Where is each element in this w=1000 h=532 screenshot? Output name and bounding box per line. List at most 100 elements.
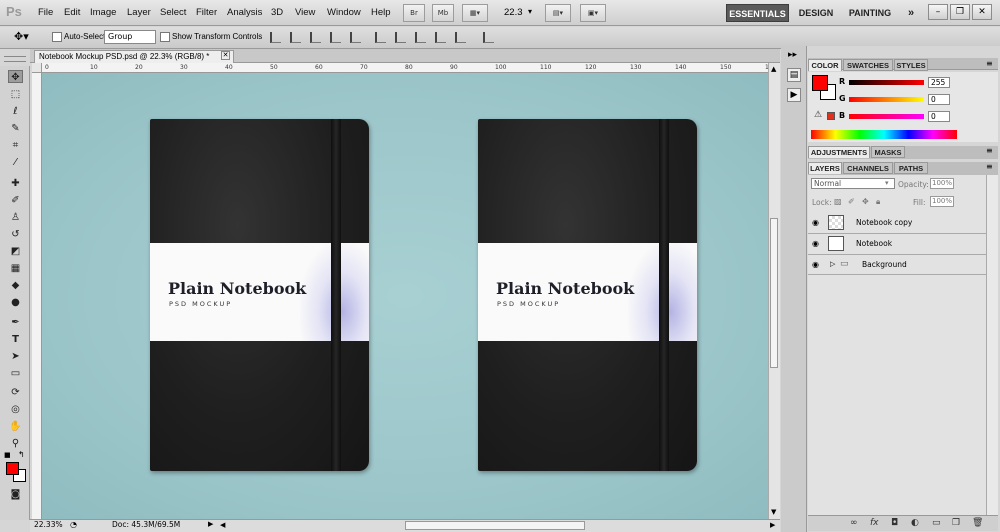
distribute-top-icon[interactable] — [375, 32, 386, 43]
tab-color[interactable]: COLOR — [808, 59, 842, 71]
gamut-warning-icon[interactable]: ⚠ — [814, 110, 822, 120]
new-layer-icon[interactable]: ❐ — [952, 518, 960, 528]
menu-edit[interactable]: Edit — [64, 7, 80, 18]
move-tool-preset-icon[interactable]: ✥▾ — [14, 30, 29, 43]
adjustment-layer-icon[interactable]: ◐ — [911, 518, 919, 528]
align-top-icon[interactable] — [270, 32, 281, 43]
green-slider[interactable] — [849, 97, 924, 102]
blue-value-input[interactable]: 0 — [928, 111, 950, 122]
type-tool-icon[interactable]: T — [8, 333, 23, 346]
link-layers-icon[interactable]: ∞ — [850, 518, 858, 528]
distribute-vcenter-icon[interactable] — [395, 32, 406, 43]
swap-colors-icon[interactable]: ↰ — [18, 450, 25, 459]
workspace-painting[interactable]: PAINTING — [843, 4, 897, 22]
view-extras-icon[interactable]: ▦▾ — [462, 4, 488, 22]
quick-select-tool-icon[interactable]: ✎ — [8, 122, 23, 135]
visibility-eye-icon[interactable]: ◉ — [812, 218, 819, 227]
lock-pixels-icon[interactable]: ✐ — [848, 197, 855, 206]
healing-brush-tool-icon[interactable]: ✚ — [8, 177, 23, 190]
horizontal-scroll-thumb[interactable] — [405, 521, 585, 530]
align-vcenter-icon[interactable] — [290, 32, 301, 43]
document-close-icon[interactable]: ✕ — [221, 51, 230, 60]
eyedropper-tool-icon[interactable]: ⁄ — [8, 156, 23, 169]
auto-align-icon[interactable] — [483, 32, 494, 43]
tab-swatches[interactable]: SWATCHES — [843, 59, 893, 71]
quick-mask-icon[interactable]: ◙ — [8, 488, 23, 501]
menu-select[interactable]: Select — [160, 7, 186, 18]
distribute-left-icon[interactable] — [435, 32, 446, 43]
vertical-ruler[interactable] — [32, 73, 42, 519]
layer-row-background[interactable]: ◉ ▷ ▭ Background — [808, 255, 986, 275]
tab-layers[interactable]: LAYERS — [808, 162, 842, 174]
menu-help[interactable]: Help — [371, 7, 391, 18]
blend-mode-dropdown[interactable]: Normal — [811, 178, 895, 189]
workspace-more-button[interactable]: » — [902, 4, 920, 22]
panel-collapse-icon[interactable]: ▸▸ — [788, 50, 797, 60]
adjustments-panel-menu-icon[interactable]: ≡ — [986, 146, 993, 155]
clone-stamp-tool-icon[interactable]: ♙ — [8, 211, 23, 224]
distribute-right-icon[interactable] — [455, 32, 466, 43]
green-value-input[interactable]: 0 — [928, 94, 950, 105]
mini-bridge-button[interactable]: Mb — [432, 4, 454, 22]
history-brush-tool-icon[interactable]: ↺ — [8, 228, 23, 241]
delete-layer-icon[interactable]: 🗑︎ — [972, 518, 983, 528]
menu-view[interactable]: View — [295, 7, 315, 18]
history-panel-icon[interactable]: ▤ — [787, 68, 801, 82]
color-spectrum-bar[interactable] — [811, 130, 957, 139]
zoom-dropdown-icon[interactable]: ▾ — [528, 7, 532, 16]
transform-controls-checkbox[interactable] — [160, 32, 170, 42]
bridge-button[interactable]: Br — [403, 4, 425, 22]
actions-panel-icon[interactable]: ▶ — [787, 88, 801, 102]
auto-select-dropdown[interactable]: Group — [104, 30, 156, 44]
tab-styles[interactable]: STYLES — [894, 59, 928, 71]
visibility-eye-icon[interactable]: ◉ — [812, 239, 819, 248]
zoom-tool-icon[interactable]: ⚲ — [8, 437, 23, 450]
default-colors-icon[interactable]: ■ — [4, 451, 11, 459]
menu-filter[interactable]: Filter — [196, 7, 217, 18]
add-mask-icon[interactable]: ◘ — [891, 518, 898, 528]
layers-scrollbar[interactable] — [986, 175, 998, 515]
zoom-level[interactable]: 22.3 — [504, 7, 523, 18]
eraser-tool-icon[interactable]: ◩ — [8, 245, 23, 258]
layers-panel-menu-icon[interactable]: ≡ — [986, 162, 993, 171]
gamut-swatch[interactable] — [827, 112, 835, 120]
menu-image[interactable]: Image — [90, 7, 116, 18]
align-bottom-icon[interactable] — [310, 32, 321, 43]
scroll-up-icon[interactable]: ▲ — [771, 65, 776, 73]
menu-layer[interactable]: Layer — [127, 7, 151, 18]
scroll-down-icon[interactable]: ▼ — [771, 508, 776, 516]
red-slider[interactable] — [849, 80, 924, 85]
marquee-tool-icon[interactable]: ⬚ — [8, 88, 23, 101]
opacity-input[interactable]: 100% — [930, 178, 954, 189]
shape-tool-icon[interactable]: ▭ — [8, 367, 23, 380]
lock-position-icon[interactable]: ✥ — [862, 197, 869, 206]
hand-tool-icon[interactable]: ✋ — [8, 420, 23, 433]
layer-row-notebook[interactable]: ◉ Notebook — [808, 234, 986, 255]
foreground-color-swatch[interactable] — [6, 462, 19, 475]
tab-paths[interactable]: PATHS — [894, 162, 928, 174]
color-panel-menu-icon[interactable]: ≡ — [986, 59, 993, 68]
menu-window[interactable]: Window — [327, 7, 361, 18]
workspace-design[interactable]: DESIGN — [793, 4, 839, 22]
vertical-scroll-thumb[interactable] — [770, 218, 778, 368]
tab-masks[interactable]: MASKS — [871, 146, 905, 158]
arrange-documents-icon[interactable]: ▤▾ — [545, 4, 571, 22]
tab-channels[interactable]: CHANNELS — [843, 162, 893, 174]
blur-tool-icon[interactable]: ◆ — [8, 279, 23, 292]
scroll-left-icon[interactable]: ◀ — [220, 521, 225, 529]
pen-tool-icon[interactable]: ✒ — [8, 316, 23, 329]
blue-slider[interactable] — [849, 114, 924, 119]
menu-3d[interactable]: 3D — [271, 7, 283, 18]
workspace-essentials[interactable]: ESSENTIALS — [726, 4, 789, 22]
status-menu-icon[interactable]: ▶ — [208, 520, 213, 528]
auto-select-checkbox[interactable] — [52, 32, 62, 42]
document-canvas[interactable]: Plain Notebook PSD MOCKUP Plain Notebook… — [42, 73, 768, 519]
red-value-input[interactable]: 255 — [928, 77, 950, 88]
restore-icon[interactable]: ❐ — [950, 4, 970, 20]
align-left-icon[interactable] — [330, 32, 341, 43]
lasso-tool-icon[interactable]: ℓ — [8, 105, 23, 118]
visibility-eye-icon[interactable]: ◉ — [812, 260, 819, 269]
3d-orbit-tool-icon[interactable]: ◎ — [8, 403, 23, 416]
lock-all-icon[interactable]: 🔒︎ — [876, 197, 880, 207]
crop-tool-icon[interactable]: ⌗ — [8, 139, 23, 152]
